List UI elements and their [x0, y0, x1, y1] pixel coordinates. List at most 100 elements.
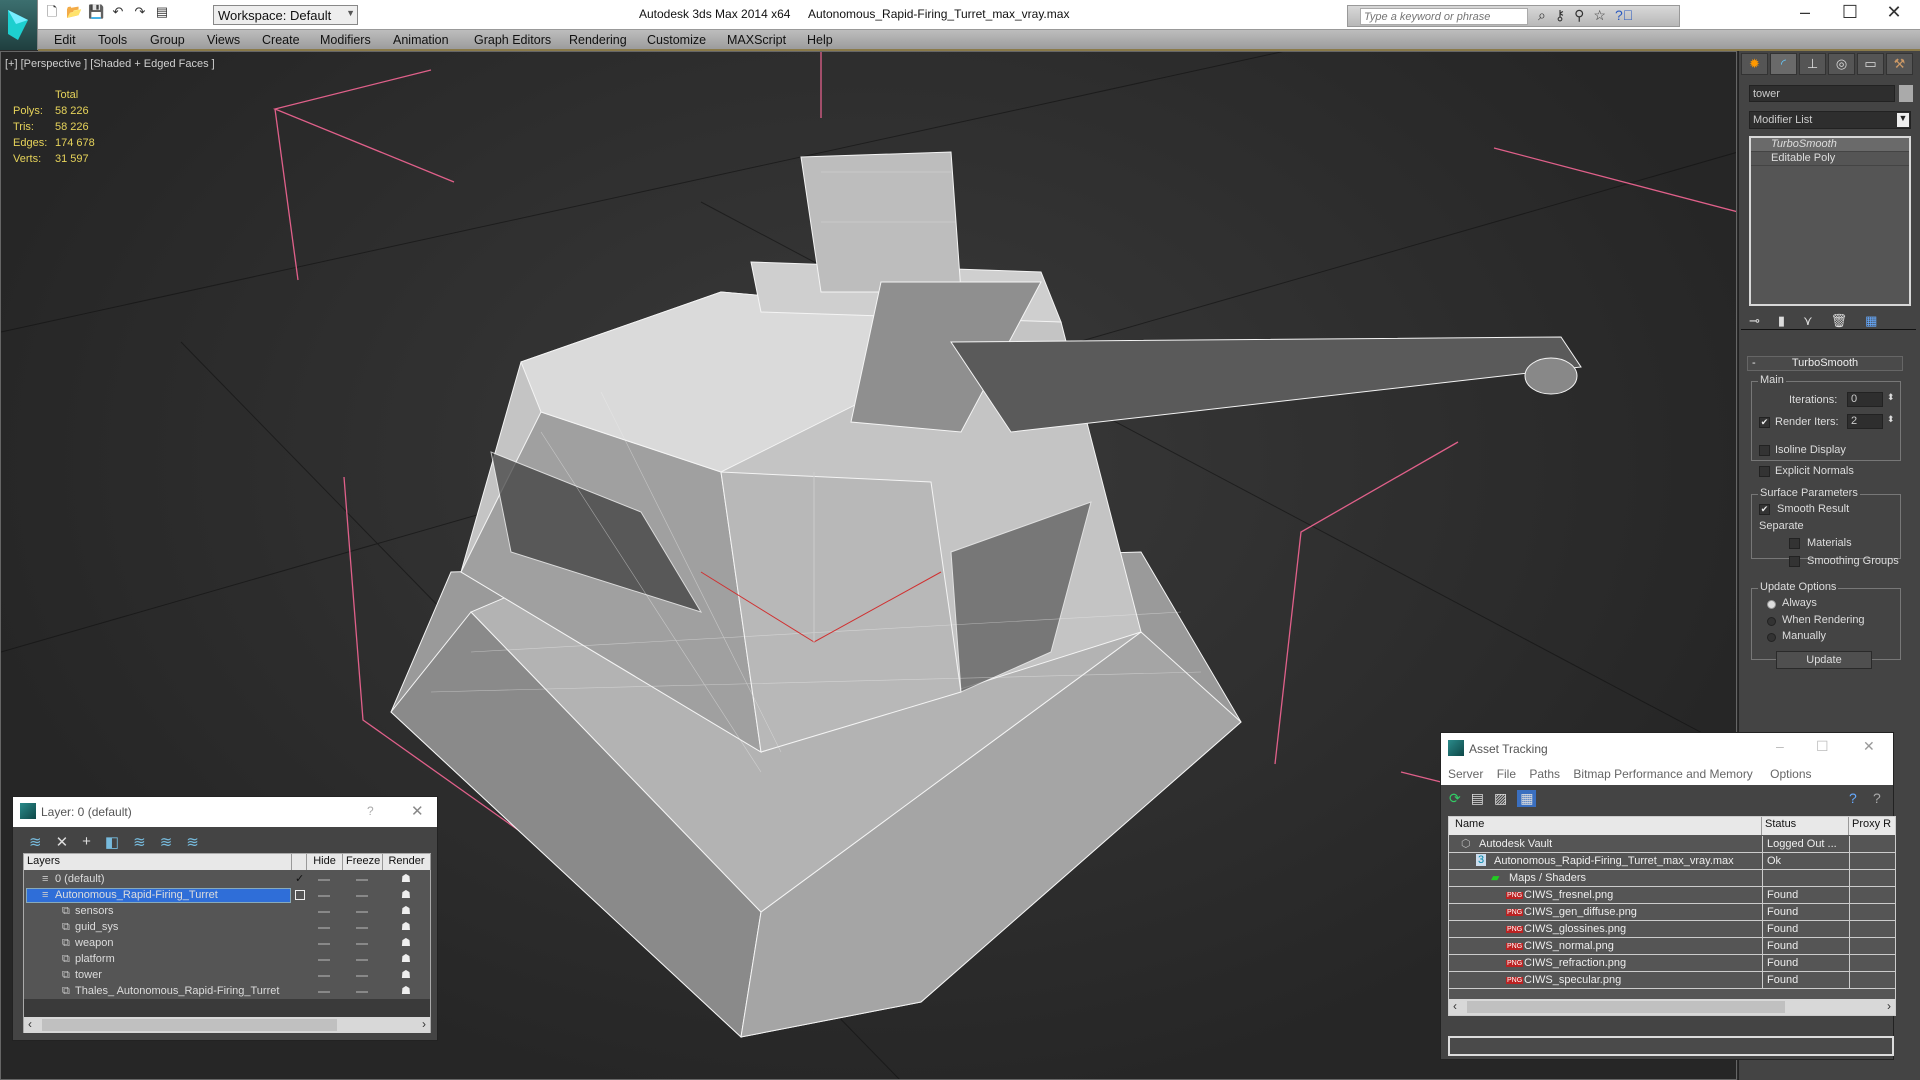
binoculars-icon[interactable]: ⌕ [1538, 7, 1546, 24]
maximize-button[interactable]: ☐ [1830, 2, 1870, 23]
smooth-result-checkbox[interactable]: ✔ [1759, 504, 1770, 515]
hide-all-icon[interactable]: ≋ [160, 833, 173, 851]
display-tab-icon[interactable]: ▭ [1857, 53, 1884, 75]
configure-sets-icon[interactable]: ▦ [1865, 313, 1877, 329]
render-teapot-icon[interactable]: ☗ [401, 952, 411, 965]
stack-item-editable-poly[interactable]: Editable Poly [1751, 152, 1909, 166]
layer-row[interactable]: ⧉ sensors ☗ [24, 904, 430, 920]
freeze-toggle[interactable] [356, 911, 368, 913]
context-help-icon[interactable]: ? [1873, 790, 1881, 806]
menu-group[interactable]: Group [150, 33, 185, 47]
close-button[interactable]: ✕ [1874, 2, 1914, 23]
close-button[interactable]: ✕ [1863, 738, 1875, 755]
menu-options[interactable]: Options [1770, 767, 1811, 781]
layer-row[interactable]: ≡ 0 (default) ✓ ☗ [24, 872, 430, 888]
menu-views[interactable]: Views [207, 33, 240, 47]
menu-edit[interactable]: Edit [54, 33, 76, 47]
active-layer-check-icon[interactable]: ✓ [295, 872, 304, 885]
manually-radio[interactable] [1767, 633, 1776, 642]
hide-toggle[interactable] [318, 927, 330, 929]
freeze-toggle[interactable] [356, 895, 368, 897]
horizontal-scrollbar[interactable]: ‹ › [24, 1017, 430, 1033]
hide-toggle[interactable] [318, 959, 330, 961]
asset-tracking-titlebar[interactable]: Asset Tracking – ☐ ✕ Server File Paths B… [1441, 733, 1893, 785]
freeze-toggle[interactable] [356, 959, 368, 961]
pin-stack-icon[interactable]: ⊸ [1749, 313, 1760, 329]
freeze-toggle[interactable] [356, 943, 368, 945]
menu-tools[interactable]: Tools [98, 33, 127, 47]
remove-modifier-icon[interactable]: 🗑 [1831, 313, 1848, 329]
freeze-toggle[interactable] [356, 927, 368, 929]
scroll-left-icon[interactable]: ‹ [28, 1017, 32, 1031]
asset-row[interactable]: PNG CIWS_gen_diffuse.png Found [1449, 904, 1895, 921]
horizontal-scrollbar[interactable]: ‹ › [1449, 999, 1895, 1015]
asset-row[interactable]: PNG CIWS_glossines.png Found [1449, 921, 1895, 938]
iterations-spinner[interactable]: 0 [1847, 392, 1883, 407]
hide-toggle[interactable] [318, 911, 330, 913]
menu-graph-editors[interactable]: Graph Editors [474, 33, 551, 47]
undo-icon[interactable]: ↶ [110, 4, 126, 20]
scroll-right-icon[interactable]: › [422, 1017, 426, 1031]
list-view-icon[interactable]: ▤ [1471, 790, 1484, 807]
menu-paths[interactable]: Paths [1529, 767, 1560, 781]
motion-tab-icon[interactable]: ◎ [1828, 53, 1855, 75]
modifier-list-dropdown[interactable]: Modifier List ▼ [1749, 111, 1911, 129]
create-tab-icon[interactable]: ✹ [1741, 53, 1768, 75]
layer-row[interactable]: ⧉ tower ☗ [24, 968, 430, 984]
render-teapot-icon[interactable]: ☗ [401, 920, 411, 933]
hide-toggle[interactable] [318, 879, 330, 881]
freeze-all-icon[interactable]: ≋ [186, 833, 199, 851]
layer-row[interactable]: ≡ Autonomous_Rapid-Firing_Turret ☗ [24, 888, 430, 904]
menu-help[interactable]: Help [807, 33, 833, 47]
close-button[interactable]: ✕ [411, 802, 424, 820]
render-iters-spinner[interactable]: 2 [1847, 414, 1883, 429]
scroll-left-icon[interactable]: ‹ [1453, 999, 1457, 1013]
render-teapot-icon[interactable]: ☗ [401, 968, 411, 981]
freeze-toggle[interactable] [356, 879, 368, 881]
workspace-dropdown[interactable]: Workspace: Default ▼ [213, 5, 358, 25]
menu-animation[interactable]: Animation [393, 33, 449, 47]
spinner-arrows-icon[interactable]: ⬍ [1887, 414, 1895, 425]
new-file-icon[interactable]: 🗋 [44, 4, 60, 20]
always-radio[interactable] [1767, 600, 1776, 609]
materials-checkbox[interactable] [1789, 538, 1800, 549]
save-icon[interactable]: 💾 [88, 4, 104, 20]
redo-icon[interactable]: ↷ [132, 4, 148, 20]
hide-toggle[interactable] [318, 975, 330, 977]
refresh-icon[interactable]: ⟳ [1449, 790, 1461, 807]
menu-modifiers[interactable]: Modifiers [320, 33, 371, 47]
maximize-button[interactable]: ☐ [1816, 738, 1829, 755]
highlight-layer-icon[interactable]: ≋ [133, 833, 146, 851]
object-color-swatch[interactable] [1899, 85, 1913, 102]
star-icon[interactable]: ☆ [1593, 7, 1606, 24]
menu-server[interactable]: Server [1448, 767, 1483, 781]
asset-row[interactable]: PNG CIWS_normal.png Found [1449, 938, 1895, 955]
modify-tab-icon[interactable]: ◜ [1770, 53, 1797, 75]
minimize-button[interactable]: – [1776, 738, 1784, 754]
column-header-render[interactable]: Render [383, 854, 431, 870]
help-icon[interactable]: ? [1849, 790, 1857, 806]
menu-bitmap-performance[interactable]: Bitmap Performance and Memory [1573, 767, 1752, 781]
hide-toggle[interactable] [318, 943, 330, 945]
search-input[interactable] [1360, 8, 1528, 25]
smoothing-groups-checkbox[interactable] [1789, 556, 1800, 567]
column-header-proxy[interactable]: Proxy R [1849, 817, 1895, 835]
object-name-field[interactable]: tower [1749, 85, 1895, 102]
select-objects-icon[interactable]: ◧ [105, 833, 119, 851]
menu-create[interactable]: Create [262, 33, 300, 47]
asset-row[interactable]: ⬡ Autodesk Vault Logged Out ... [1449, 836, 1895, 853]
hide-toggle[interactable] [318, 991, 330, 993]
render-iters-checkbox[interactable]: ✔ [1759, 417, 1770, 428]
spinner-arrows-icon[interactable]: ⬍ [1887, 392, 1895, 403]
asset-row[interactable]: PNG CIWS_specular.png Found [1449, 972, 1895, 989]
column-header-freeze[interactable]: Freeze [343, 854, 383, 870]
isoline-checkbox[interactable] [1759, 445, 1770, 456]
freeze-toggle[interactable] [356, 991, 368, 993]
when-rendering-radio[interactable] [1767, 617, 1776, 626]
update-button[interactable]: Update [1776, 651, 1872, 669]
menu-maxscript[interactable]: MAXScript [727, 33, 786, 47]
render-teapot-icon[interactable]: ☗ [401, 936, 411, 949]
open-file-icon[interactable]: 📂 [66, 4, 82, 20]
key-icon[interactable]: ⚷ [1555, 7, 1565, 24]
column-header-status[interactable]: Status [1762, 817, 1849, 835]
